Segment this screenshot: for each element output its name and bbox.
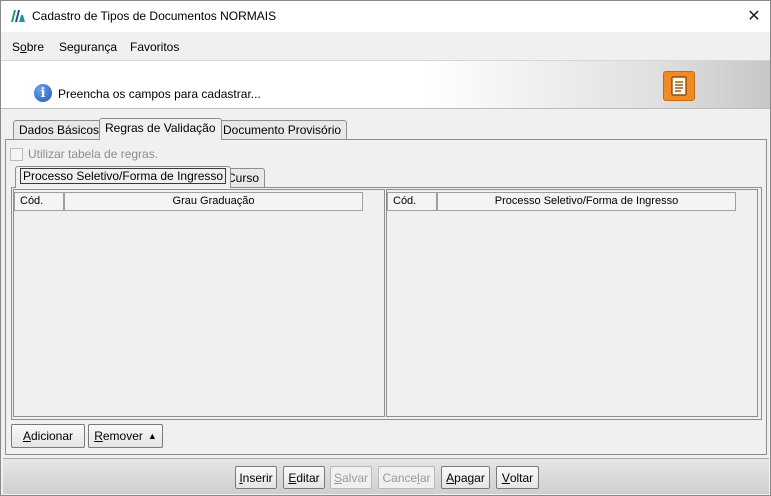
- usar-tabela-regras-checkbox-row[interactable]: Utilizar tabela de regras.: [10, 146, 158, 162]
- column-header-cod[interactable]: Cód.: [387, 192, 437, 211]
- adicionar-mnemonic: A: [22, 429, 31, 443]
- document-icon: [671, 76, 687, 96]
- cancelar-label-post: ar: [419, 470, 431, 485]
- remover-label-post: emover: [102, 429, 143, 443]
- editar-button[interactable]: Editar: [283, 466, 325, 489]
- app-window: Cadastro de Tipos de Documentos NORMAIS …: [0, 0, 771, 496]
- window-title: Cadastro de Tipos de Documentos NORMAIS: [32, 9, 277, 23]
- voltar-label: oltar: [509, 470, 534, 485]
- grau-graduacao-table[interactable]: Cód. Grau Graduação: [13, 189, 385, 417]
- info-icon: i: [34, 84, 52, 102]
- cancelar-button[interactable]: Cance l ar: [378, 466, 435, 489]
- voltar-button[interactable]: Voltar: [496, 466, 539, 489]
- usar-tabela-regras-label: Utilizar tabela de regras.: [28, 147, 159, 161]
- salvar-label: alvar: [342, 470, 369, 485]
- document-button[interactable]: [663, 71, 695, 101]
- apagar-button[interactable]: Apagar: [441, 466, 490, 489]
- voltar-mnemonic: V: [501, 470, 510, 485]
- close-icon: ✕: [747, 8, 761, 25]
- info-banner: i Preencha os campos para cadastrar...: [1, 61, 770, 109]
- sub-tab-panel: Cód. Grau Graduação Cód. Processo Seleti…: [11, 187, 762, 420]
- menu-sobre[interactable]: Sobre: [12, 40, 44, 54]
- title-bar: Cadastro de Tipos de Documentos NORMAIS …: [1, 1, 770, 32]
- menu-favoritos[interactable]: Favoritos: [130, 40, 179, 54]
- tab-processo-seletivo-label: Processo Seletivo/Forma de Ingresso: [20, 168, 227, 184]
- processo-seletivo-table[interactable]: Cód. Processo Seletivo/Forma de Ingresso: [386, 189, 758, 417]
- remover-mnemonic: R: [94, 429, 103, 443]
- column-header-processo-seletivo[interactable]: Processo Seletivo/Forma de Ingresso: [437, 192, 736, 211]
- menu-sobre-mnemonic: o: [20, 40, 27, 54]
- tab-regras-de-validacao[interactable]: Regras de Validação: [99, 118, 222, 140]
- inserir-button[interactable]: Inserir: [235, 466, 277, 489]
- salvar-button[interactable]: Salvar: [330, 466, 372, 489]
- caret-up-icon: ▲: [147, 431, 157, 441]
- column-header-grau-graduacao[interactable]: Grau Graduação: [64, 192, 363, 211]
- column-header-cod[interactable]: Cód.: [14, 192, 64, 211]
- cancelar-label-pre: Cance: [382, 470, 418, 485]
- editar-mnemonic: E: [288, 470, 297, 485]
- remover-button[interactable]: Remover ▲: [88, 424, 163, 448]
- salvar-mnemonic: S: [333, 470, 342, 485]
- tab-dados-basicos[interactable]: Dados Básicos: [13, 120, 106, 140]
- apagar-mnemonic: A: [446, 470, 455, 485]
- usar-tabela-regras-checkbox[interactable]: [10, 147, 23, 161]
- close-button[interactable]: ✕: [739, 4, 769, 28]
- menu-seguranca[interactable]: Segurança: [59, 40, 117, 54]
- menu-bar: Sobre Segurança Favoritos: [1, 32, 770, 61]
- inserir-label: nserir: [242, 470, 273, 485]
- adicionar-button[interactable]: Adicionar: [11, 424, 85, 448]
- apagar-label: pagar: [454, 470, 485, 485]
- info-message: Preencha os campos para cadastrar...: [58, 87, 261, 101]
- adicionar-label-post: dicionar: [30, 429, 74, 443]
- tab-processo-seletivo[interactable]: Processo Seletivo/Forma de Ingresso: [15, 166, 232, 188]
- app-logo-icon: [11, 10, 25, 22]
- editar-label: ditar: [296, 470, 320, 485]
- tab-documento-provisorio[interactable]: Documento Provisório: [217, 120, 348, 140]
